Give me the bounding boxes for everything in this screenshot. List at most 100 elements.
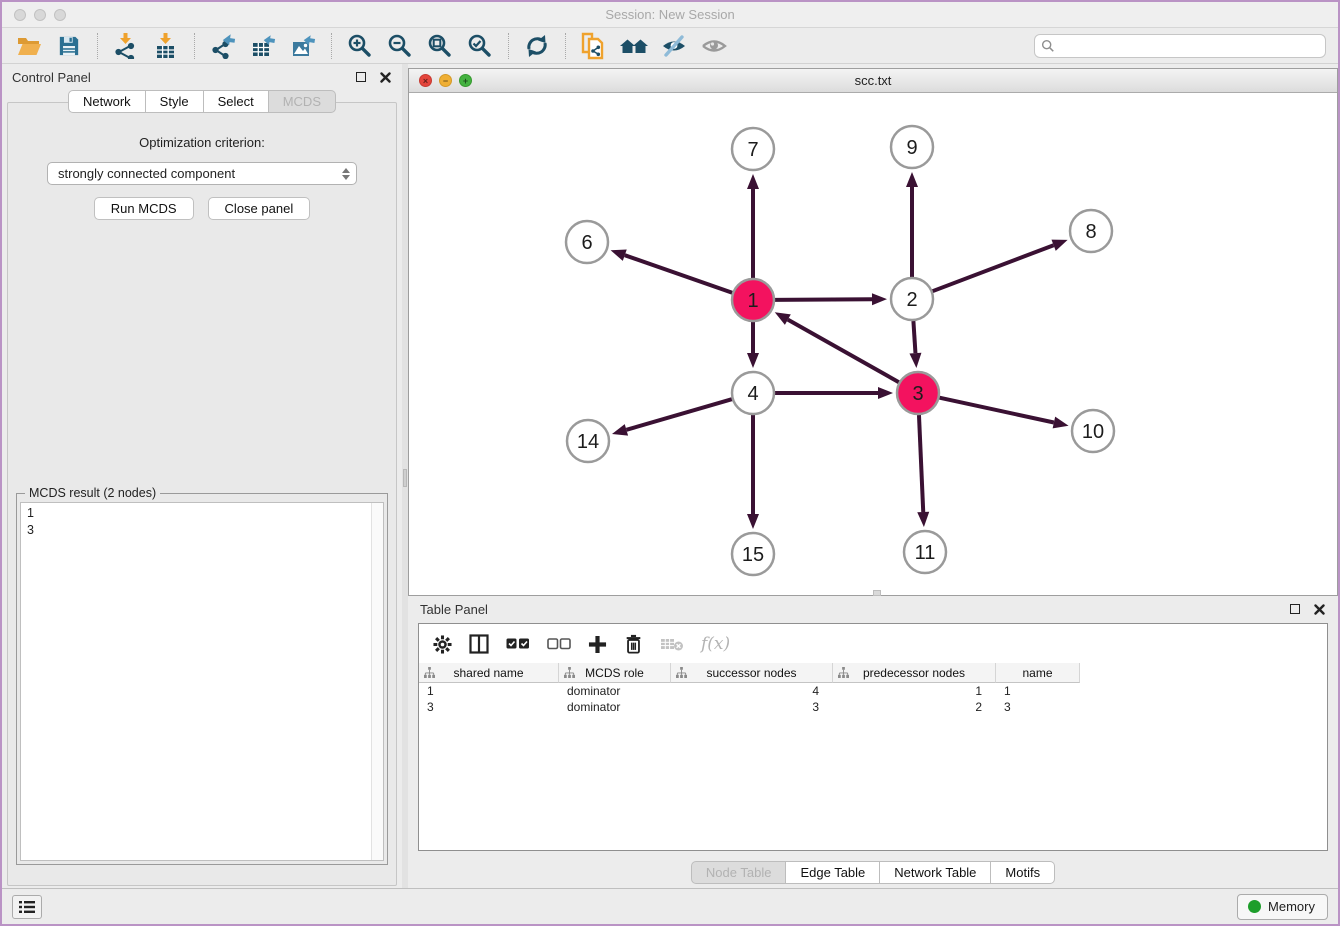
network-graph[interactable]: 1234678910111415 xyxy=(409,93,1337,595)
open-session-icon[interactable] xyxy=(14,32,44,60)
main-area: Control Panel NetworkStyleSelectMCDS Opt… xyxy=(2,64,1338,888)
cell-name[interactable]: 3 xyxy=(996,700,1080,714)
node-label-2: 2 xyxy=(906,289,917,311)
close-panel-button[interactable]: Close panel xyxy=(208,197,311,220)
memory-button[interactable]: Memory xyxy=(1237,894,1328,920)
column-header-name[interactable]: name xyxy=(996,663,1080,683)
column-header-shared-name[interactable]: shared name xyxy=(419,663,559,683)
cell-shared-name[interactable]: 3 xyxy=(419,700,559,714)
edge-arrowhead-icon xyxy=(878,387,893,399)
table-row[interactable]: 1dominator411 xyxy=(419,683,1327,699)
zoom-selected-icon[interactable] xyxy=(465,32,495,60)
table-toolbar: f(x) xyxy=(419,624,1327,663)
deselect-all-icon[interactable] xyxy=(547,633,571,655)
node-label-9: 9 xyxy=(906,137,917,159)
edge-1-6[interactable] xyxy=(625,255,732,293)
close-table-panel-icon[interactable] xyxy=(1312,602,1326,616)
edge-arrowhead-icon xyxy=(1053,417,1069,429)
add-row-icon[interactable] xyxy=(588,633,607,655)
column-header-predecessor-nodes[interactable]: predecessor nodes xyxy=(833,663,996,683)
cell-MCDS-role[interactable]: dominator xyxy=(559,700,671,714)
search-box[interactable] xyxy=(1034,34,1326,58)
tab-network[interactable]: Network xyxy=(68,90,146,113)
delete-row-icon[interactable] xyxy=(624,633,643,655)
node-label-3: 3 xyxy=(912,383,923,405)
column-header-successor-nodes[interactable]: successor nodes xyxy=(671,663,833,683)
edge-3-11[interactable] xyxy=(919,415,923,512)
control-panel: Control Panel NetworkStyleSelectMCDS Opt… xyxy=(2,64,402,888)
refresh-view-icon[interactable] xyxy=(522,32,552,60)
task-history-button[interactable] xyxy=(12,895,42,919)
zoom-out-icon[interactable] xyxy=(385,32,415,60)
float-table-panel-icon[interactable] xyxy=(1288,602,1302,616)
network-window: × − + scc.txt 1234678910111415 xyxy=(408,68,1338,596)
export-table-icon[interactable] xyxy=(248,32,278,60)
delete-table-icon[interactable] xyxy=(660,633,684,655)
table-panel-title: Table Panel xyxy=(420,602,488,617)
export-network-icon[interactable] xyxy=(208,32,238,60)
network-files-icon[interactable] xyxy=(579,32,609,60)
split-panel-icon[interactable] xyxy=(469,633,489,655)
workspace: × − + scc.txt 1234678910111415 Table Pan… xyxy=(408,64,1338,888)
zoom-in-icon[interactable] xyxy=(345,32,375,60)
tab-select[interactable]: Select xyxy=(204,90,269,113)
application-window: Session: New Session xyxy=(0,0,1340,926)
cell-shared-name[interactable]: 1 xyxy=(419,684,559,698)
select-all-icon[interactable] xyxy=(506,633,530,655)
import-table-icon[interactable] xyxy=(151,32,181,60)
float-panel-icon[interactable] xyxy=(354,70,368,84)
table-row[interactable]: 3dominator323 xyxy=(419,699,1327,715)
control-panel-tabs: NetworkStyleSelectMCDS xyxy=(2,90,402,113)
edge-3-10[interactable] xyxy=(939,398,1053,423)
edge-arrowhead-icon xyxy=(909,353,921,368)
canvas-splitter-handle[interactable] xyxy=(873,590,881,596)
show-all-icon[interactable] xyxy=(699,32,729,60)
edge-3-1[interactable] xyxy=(788,320,899,383)
main-toolbar xyxy=(2,28,1338,64)
criterion-dropdown-value: strongly connected component xyxy=(58,166,235,181)
cell-name[interactable]: 1 xyxy=(996,684,1080,698)
tab-edge-table[interactable]: Edge Table xyxy=(786,861,880,884)
function-builder-icon[interactable]: f(x) xyxy=(701,633,730,655)
edge-arrowhead-icon xyxy=(906,172,918,187)
window-title: Session: New Session xyxy=(2,7,1338,22)
table-tabs: Node TableEdge TableNetwork TableMotifs xyxy=(408,861,1338,884)
close-panel-icon[interactable] xyxy=(378,70,392,84)
panel-splitter[interactable] xyxy=(402,64,408,888)
tab-motifs[interactable]: Motifs xyxy=(991,861,1055,884)
mcds-result-title: MCDS result (2 nodes) xyxy=(25,486,160,500)
tab-node-table[interactable]: Node Table xyxy=(691,861,787,884)
table-settings-icon[interactable] xyxy=(433,633,452,655)
edge-arrowhead-icon xyxy=(872,293,887,305)
cell-MCDS-role[interactable]: dominator xyxy=(559,684,671,698)
save-session-icon[interactable] xyxy=(54,32,84,60)
splitter-handle-icon[interactable] xyxy=(403,469,407,487)
edge-2-8[interactable] xyxy=(933,245,1054,291)
hide-selected-icon[interactable] xyxy=(659,32,689,60)
cell-successor-nodes[interactable]: 4 xyxy=(671,684,833,698)
run-mcds-button[interactable]: Run MCDS xyxy=(94,197,194,220)
edge-4-14[interactable] xyxy=(626,399,731,430)
search-input[interactable] xyxy=(1059,39,1319,53)
tab-style[interactable]: Style xyxy=(146,90,204,113)
cell-successor-nodes[interactable]: 3 xyxy=(671,700,833,714)
export-image-icon[interactable] xyxy=(288,32,318,60)
zoom-fit-icon[interactable] xyxy=(425,32,455,60)
column-header-MCDS-role[interactable]: MCDS role xyxy=(559,663,671,683)
node-label-14: 14 xyxy=(577,431,599,453)
tab-network-table[interactable]: Network Table xyxy=(880,861,991,884)
criterion-dropdown[interactable]: strongly connected component xyxy=(47,162,357,185)
import-network-icon[interactable] xyxy=(111,32,141,60)
result-scrollbar[interactable] xyxy=(371,503,383,860)
mcds-result-text[interactable]: 1 3 xyxy=(20,502,384,861)
cell-predecessor-nodes[interactable]: 2 xyxy=(833,700,996,714)
toolbar-separator xyxy=(331,33,332,59)
table-column-headers: shared nameMCDS rolesuccessor nodesprede… xyxy=(419,663,1327,683)
edge-1-2[interactable] xyxy=(775,299,872,300)
home-layout-icon[interactable] xyxy=(619,32,649,60)
edge-2-3[interactable] xyxy=(913,321,915,353)
cell-predecessor-nodes[interactable]: 1 xyxy=(833,684,996,698)
network-canvas[interactable]: 1234678910111415 xyxy=(409,93,1337,595)
node-label-15: 15 xyxy=(742,544,764,566)
tab-mcds[interactable]: MCDS xyxy=(269,90,336,113)
